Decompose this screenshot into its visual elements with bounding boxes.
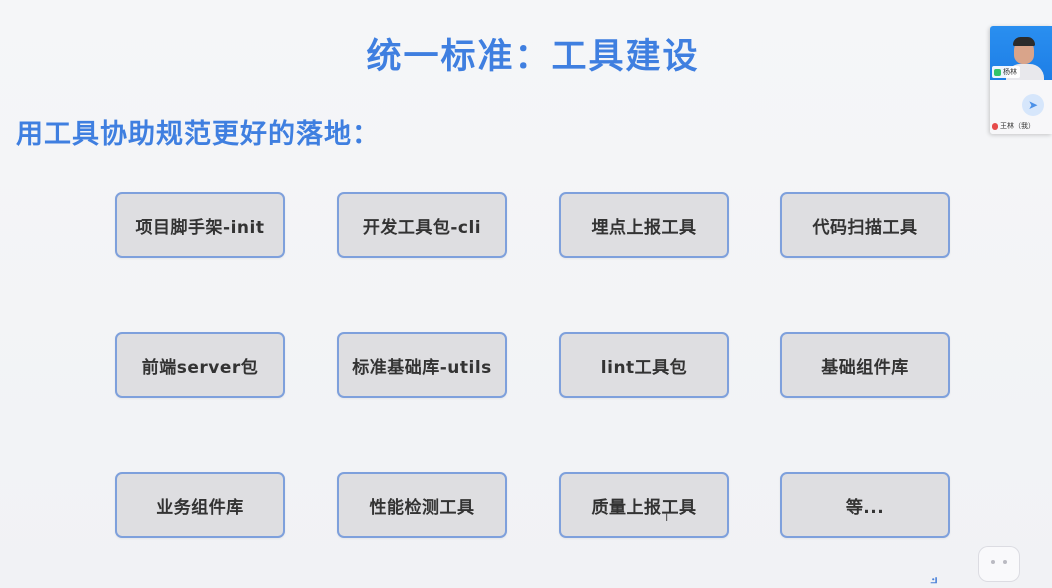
remote-video-tile[interactable]: 杨林 [990,26,1052,84]
paper-plane-icon: ➤ [1022,94,1044,116]
tool-box-etc: 等... [780,472,950,538]
tool-box-biz-components: 业务组件库 [115,472,285,538]
slide-title: 统一标准：工具建设 [366,37,700,77]
tool-box-server: 前端server包 [115,332,285,398]
tool-box-tracking: 埋点上报工具 [559,192,729,258]
self-name-chip: 王林（我） [992,120,1035,132]
tool-box-base-components: 基础组件库 [780,332,950,398]
tool-box-code-scan: 代码扫描工具 [780,192,950,258]
logo-mark-icon: ⟓ [930,568,938,587]
slide: 统一标准：工具建设 用工具协助规范更好的落地： 项目脚手架-init 开发工具包… [0,0,1052,588]
mic-red-icon [992,122,998,130]
text-cursor-icon: I [665,511,669,524]
slide-subtitle: 用工具协助规范更好的落地： [16,119,380,150]
tool-box-perf: 性能检测工具 [337,472,507,538]
mic-green-icon [994,68,1001,76]
tool-box-quality: 质量上报工具 [559,472,729,538]
tool-box-lint: lint工具包 [559,332,729,398]
remote-name-chip: 杨林 [992,66,1020,78]
self-video-tile[interactable]: ➤ 王林（我） [990,80,1052,134]
logo-corner: ⟓ [930,568,1052,588]
video-call-panel[interactable]: 杨林 ➤ 王林（我） [990,26,1052,134]
self-name: 王林（我） [1000,122,1035,130]
remote-name: 杨林 [1003,68,1017,76]
tool-box-init: 项目脚手架-init [115,192,285,258]
tool-box-utils: 标准基础库-utils [337,332,507,398]
tool-box-cli: 开发工具包-cli [337,192,507,258]
person-hair [1013,37,1035,46]
